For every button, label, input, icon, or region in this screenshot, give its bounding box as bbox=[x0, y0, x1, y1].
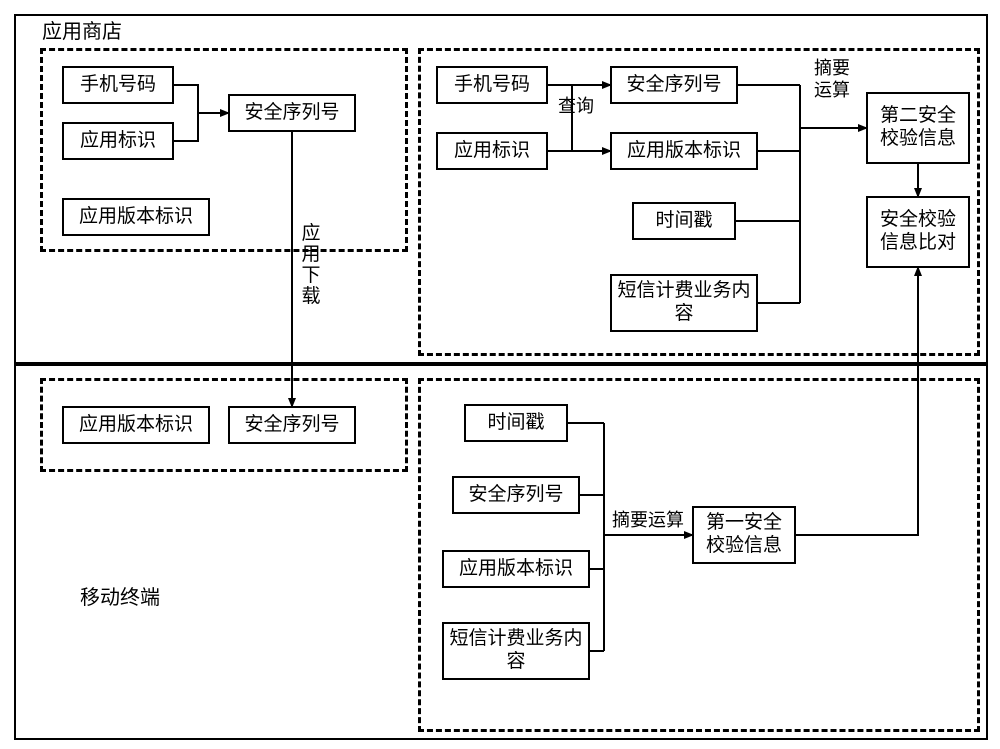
rt-compare: 安全校验信息比对 bbox=[866, 196, 970, 268]
rt-timestamp: 时间戳 bbox=[632, 202, 736, 240]
lt-security-serial: 安全序列号 bbox=[228, 94, 356, 132]
diagram-canvas: 应用商店 移动终端 手机号码 应用标识 安全序列号 应用版本标识 应用版本标识 … bbox=[0, 0, 1000, 749]
rb-sms-billing: 短信计费业务内容 bbox=[442, 622, 590, 680]
mobile-terminal-label: 移动终端 bbox=[80, 586, 160, 610]
rt-sms-billing: 短信计费业务内容 bbox=[610, 274, 758, 332]
app-download-label: 应用下载 bbox=[300, 224, 322, 308]
rb-timestamp: 时间戳 bbox=[464, 404, 568, 442]
rt-app-id: 应用标识 bbox=[436, 132, 548, 170]
rb-first-check: 第一安全校验信息 bbox=[692, 506, 796, 564]
rb-app-version-id: 应用版本标识 bbox=[442, 550, 590, 588]
lt-app-id: 应用标识 bbox=[62, 122, 174, 160]
lb-security-serial: 安全序列号 bbox=[228, 406, 356, 444]
lt-phone-number: 手机号码 bbox=[62, 66, 174, 104]
rt-phone-number: 手机号码 bbox=[436, 66, 548, 104]
lb-app-version-id: 应用版本标识 bbox=[62, 406, 210, 444]
lt-app-version-id: 应用版本标识 bbox=[62, 198, 210, 236]
rt-app-version-id: 应用版本标识 bbox=[610, 132, 758, 170]
rb-security-serial: 安全序列号 bbox=[452, 476, 580, 514]
rb-digest-label: 摘要运算 bbox=[612, 510, 684, 532]
rt-security-serial: 安全序列号 bbox=[610, 66, 738, 104]
rt-query-label: 查询 bbox=[558, 96, 594, 118]
app-store-label: 应用商店 bbox=[42, 20, 122, 44]
rt-digest-label: 摘要运算 bbox=[810, 58, 854, 101]
rt-second-check: 第二安全校验信息 bbox=[866, 92, 970, 164]
